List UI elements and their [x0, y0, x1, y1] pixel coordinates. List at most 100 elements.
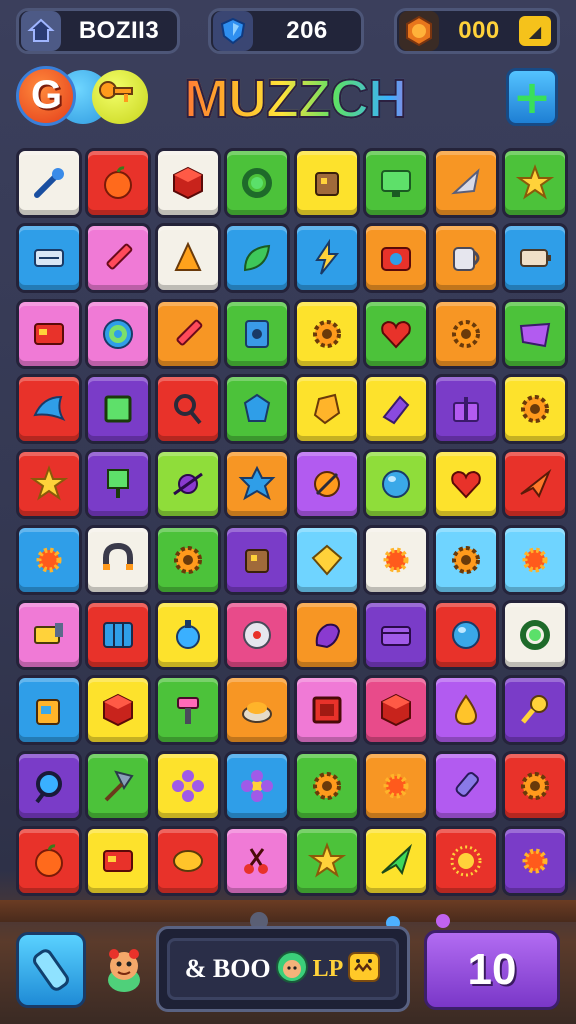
- board-tile[interactable]: [85, 223, 152, 294]
- board-tile[interactable]: [85, 298, 152, 369]
- board-tile[interactable]: [154, 449, 221, 520]
- board-tile[interactable]: [85, 825, 152, 896]
- coin-icon[interactable]: [399, 11, 439, 51]
- board-tile[interactable]: [293, 599, 360, 670]
- board-tile[interactable]: [154, 599, 221, 670]
- board-tile[interactable]: [16, 148, 82, 218]
- board-tile[interactable]: [85, 524, 152, 595]
- board-tile[interactable]: [432, 449, 499, 520]
- ring-icon: [242, 168, 273, 198]
- board-tile[interactable]: [16, 298, 82, 369]
- board-tile[interactable]: [224, 373, 291, 444]
- board-tile[interactable]: [363, 148, 430, 218]
- board-tile[interactable]: [432, 675, 499, 746]
- mug-icon: [452, 247, 480, 272]
- board-tile[interactable]: [16, 675, 82, 746]
- kite-icon: [311, 544, 343, 576]
- board-tile[interactable]: [224, 825, 291, 896]
- puzzle-board: [16, 148, 568, 896]
- board-tile[interactable]: [293, 825, 360, 896]
- board-tile[interactable]: [363, 750, 430, 821]
- board-tile[interactable]: [363, 373, 430, 444]
- board-tile[interactable]: [224, 449, 291, 520]
- board-tile[interactable]: [224, 298, 291, 369]
- board-tile[interactable]: [154, 524, 221, 595]
- game-title: MUZZCH: [160, 66, 430, 132]
- board-tile[interactable]: [16, 524, 82, 595]
- board-tile[interactable]: [501, 223, 568, 294]
- board-tile[interactable]: [432, 825, 499, 896]
- bag-icon: [36, 699, 60, 726]
- board-tile[interactable]: [363, 449, 430, 520]
- gear-icon: [173, 545, 202, 574]
- board-tile[interactable]: [224, 599, 291, 670]
- grid-icon: [103, 621, 134, 648]
- board-tile[interactable]: [85, 148, 152, 218]
- board-tile[interactable]: [224, 148, 291, 218]
- board-tile[interactable]: [293, 148, 360, 218]
- leaf-icon: [244, 245, 271, 272]
- board-tile[interactable]: [154, 825, 221, 896]
- board-tile[interactable]: [85, 373, 152, 444]
- board-tile[interactable]: [293, 524, 360, 595]
- board-tile[interactable]: [363, 675, 430, 746]
- board-tile[interactable]: [363, 825, 430, 896]
- board-tile[interactable]: [154, 298, 221, 369]
- board-tile[interactable]: [293, 449, 360, 520]
- board-tile[interactable]: [85, 449, 152, 520]
- keyboard-icon: [34, 249, 64, 268]
- board-tile[interactable]: [432, 373, 499, 444]
- box-icon: [245, 548, 270, 573]
- board-tile[interactable]: [16, 825, 82, 896]
- board-tile[interactable]: [154, 675, 221, 746]
- gem-icon: [244, 393, 271, 422]
- coins-add-badge[interactable]: ◢: [519, 16, 551, 46]
- board-tile[interactable]: [16, 223, 82, 294]
- board-tile[interactable]: [293, 223, 360, 294]
- add-button[interactable]: +: [506, 68, 558, 126]
- board-tile[interactable]: [85, 599, 152, 670]
- board-tile[interactable]: [154, 223, 221, 294]
- board-tile[interactable]: [501, 750, 568, 821]
- board-tile[interactable]: [85, 675, 152, 746]
- board-tile[interactable]: [501, 599, 568, 670]
- board-tile[interactable]: [363, 524, 430, 595]
- board-tile[interactable]: [501, 524, 568, 595]
- board-tile[interactable]: [85, 750, 152, 821]
- board-tile[interactable]: [432, 750, 499, 821]
- board-tile[interactable]: [224, 223, 291, 294]
- board-tile[interactable]: [432, 298, 499, 369]
- board-tile[interactable]: [432, 223, 499, 294]
- board-tile[interactable]: [154, 750, 221, 821]
- board-tile[interactable]: [16, 449, 82, 520]
- board-tile[interactable]: [16, 599, 82, 670]
- board-tile[interactable]: [154, 373, 221, 444]
- board-tile[interactable]: [224, 524, 291, 595]
- gems-value: 206: [286, 17, 328, 44]
- board-tile[interactable]: [501, 148, 568, 218]
- board-tile[interactable]: [501, 675, 568, 746]
- board-tile[interactable]: [501, 825, 568, 896]
- board-tile[interactable]: [293, 373, 360, 444]
- board-tile[interactable]: [16, 373, 82, 444]
- board-tile[interactable]: [363, 599, 430, 670]
- board-tile[interactable]: [501, 298, 568, 369]
- board-tile[interactable]: [293, 750, 360, 821]
- board-tile[interactable]: [432, 524, 499, 595]
- board-tile[interactable]: [293, 298, 360, 369]
- board-tile[interactable]: [224, 750, 291, 821]
- board-tile[interactable]: [363, 298, 430, 369]
- phone-button[interactable]: [16, 932, 86, 1008]
- heart-icon: [381, 320, 411, 349]
- board-tile[interactable]: [501, 373, 568, 444]
- board-tile[interactable]: [224, 675, 291, 746]
- board-tile[interactable]: [363, 223, 430, 294]
- board-tile[interactable]: [16, 750, 82, 821]
- board-tile[interactable]: [432, 148, 499, 218]
- board-tile[interactable]: [501, 449, 568, 520]
- board-tile[interactable]: [154, 148, 221, 218]
- board-tile[interactable]: [293, 675, 360, 746]
- home-icon[interactable]: [21, 11, 61, 51]
- board-tile[interactable]: [432, 599, 499, 670]
- shield-gem-icon[interactable]: [213, 11, 253, 51]
